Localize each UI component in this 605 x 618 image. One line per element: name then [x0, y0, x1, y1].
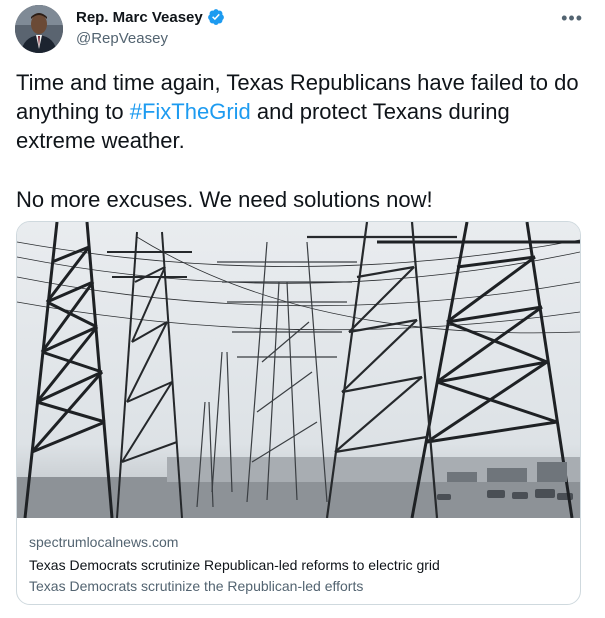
avatar[interactable] [15, 5, 63, 53]
author-display-name[interactable]: Rep. Marc Veasey [76, 9, 203, 26]
power-transmission-towers-photo[interactable] [17, 222, 580, 519]
author-handle[interactable]: @RepVeasey [76, 30, 225, 47]
card-domain: spectrumlocalnews.com [29, 534, 179, 550]
tweet-paragraph-1: Time and time again, Texas Republicans h… [16, 68, 591, 155]
author-block: Rep. Marc Veasey @RepVeasey [76, 8, 225, 47]
link-card[interactable]: spectrumlocalnews.com Texas Democrats sc… [16, 221, 581, 605]
hashtag-link[interactable]: #FixTheGrid [130, 99, 251, 124]
more-options-icon[interactable]: ••• [561, 8, 583, 29]
tweet-paragraph-2: No more excuses. We need solutions now! [16, 187, 433, 212]
tweet-text: Time and time again, Texas Republicans h… [16, 68, 591, 214]
verified-badge-icon [207, 8, 225, 26]
card-description: Texas Democrats scrutinize the Republica… [29, 578, 364, 594]
tweet: Rep. Marc Veasey @RepVeasey ••• Time and… [0, 0, 605, 618]
author-name-row: Rep. Marc Veasey [76, 8, 225, 26]
avatar-image [15, 5, 63, 53]
card-title[interactable]: Texas Democrats scrutinize Republican-le… [29, 555, 569, 576]
card-meta: spectrumlocalnews.com Texas Democrats sc… [29, 532, 569, 597]
